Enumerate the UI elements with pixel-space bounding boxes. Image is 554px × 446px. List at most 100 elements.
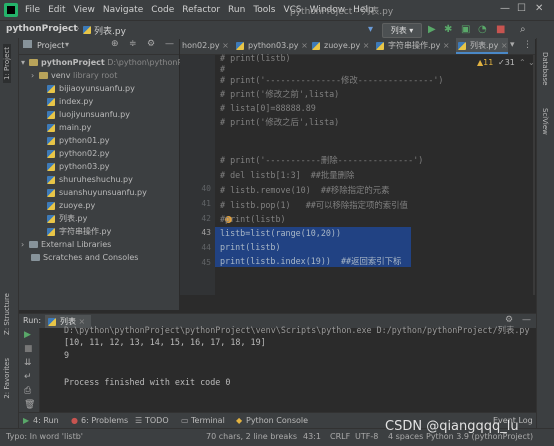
line-number: 45 <box>201 258 211 267</box>
code-line: # print('---------------修改--------------… <box>220 75 444 85</box>
locate-icon[interactable]: ⊕ <box>111 39 119 49</box>
python-file-icon <box>47 110 55 119</box>
run-config-select[interactable]: 列表 ▾ <box>382 23 422 38</box>
code-line: # lista[0]=88888.89 <box>220 103 316 113</box>
tree-item-label: 列表.py <box>59 214 88 223</box>
settings-gear-icon[interactable]: ⚙ <box>147 39 155 49</box>
tree-file[interactable]: bijiaoyunsuanfu.py <box>47 82 135 95</box>
tabs-overflow-icon[interactable]: ▾ <box>510 40 515 50</box>
coverage-icon[interactable]: ▣ <box>461 24 470 35</box>
bottom-tab-todo[interactable]: TODO <box>145 416 169 425</box>
status-caret[interactable]: 43:1 <box>303 432 321 441</box>
tree-file[interactable]: zuoye.py <box>47 199 95 212</box>
project-panel-title[interactable]: Project <box>37 41 64 50</box>
status-message[interactable]: Typo: In word 'listb' <box>6 432 83 441</box>
tree-file[interactable]: suanshuyunsuanfu.py <box>47 186 147 199</box>
breadcrumb-separator-icon: › <box>76 24 80 34</box>
tab-close-icon[interactable]: × <box>443 41 450 50</box>
close-icon[interactable]: ✕ <box>535 3 543 14</box>
menu-view[interactable]: View <box>70 5 99 15</box>
run-panel-label: Run: <box>23 316 42 325</box>
menu-navigate[interactable]: Navigate <box>99 5 147 15</box>
menu-edit[interactable]: Edit <box>44 5 69 15</box>
tab-string-ops[interactable]: 字符串操作.py × <box>374 38 452 54</box>
tab-close-icon[interactable]: × <box>501 41 508 50</box>
tree-file[interactable]: python03.py <box>47 160 110 173</box>
rerun-icon[interactable]: ▶ <box>24 330 31 340</box>
prev-highlight-icon[interactable]: ⌃ <box>519 58 526 67</box>
status-encoding[interactable]: UTF-8 <box>355 432 378 441</box>
tree-file[interactable]: index.py <box>47 95 93 108</box>
warning-icon[interactable]: ▲11 <box>477 58 493 67</box>
database-tool-tab[interactable]: Database <box>541 52 549 85</box>
editor-scrollbar[interactable] <box>533 55 535 295</box>
maximize-icon[interactable]: ☐ <box>517 3 526 14</box>
tree-file[interactable]: python02.py <box>47 147 110 160</box>
stop-icon[interactable]: ■ <box>496 24 505 35</box>
tab-python03[interactable]: python03.py × <box>234 38 308 54</box>
structure-tool-tab[interactable]: Z: Structure <box>3 293 11 335</box>
console-output[interactable]: D:\python\pythonProject\pythonProject\ve… <box>40 325 536 412</box>
bottom-tab-python-console[interactable]: Python Console <box>246 416 308 425</box>
print-icon[interactable]: ⎙ <box>24 386 31 396</box>
hide-icon[interactable]: — <box>165 39 174 49</box>
tree-folder-venv[interactable]: › venv library root <box>31 69 117 82</box>
bottom-tab-run[interactable]: 4: Run <box>33 416 59 425</box>
tab-zuoye[interactable]: zuoye.py × <box>310 38 370 54</box>
breadcrumb-project[interactable]: pythonProject <box>6 24 78 34</box>
profile-icon[interactable]: ◔ <box>478 24 487 35</box>
weak-warning-icon[interactable]: ✓31 <box>498 58 515 67</box>
code-line: # <box>220 64 226 74</box>
view-dropdown-icon[interactable]: ▾ <box>65 40 69 49</box>
menu-refactor[interactable]: Refactor <box>178 5 224 15</box>
window-title: pythonProject - 列表.py <box>290 7 394 17</box>
minimize-icon[interactable]: — <box>500 3 510 14</box>
console-line: [10, 11, 12, 13, 14, 15, 16, 17, 18, 19] <box>64 337 266 347</box>
tabs-menu-icon[interactable]: ⋮ <box>523 40 532 50</box>
menu-run[interactable]: Run <box>224 5 249 15</box>
code-line: #print(listb) <box>220 214 286 224</box>
tab-label: 列表.py <box>470 41 499 50</box>
python-file-icon <box>47 136 55 145</box>
breadcrumb-file[interactable]: 列表.py <box>94 24 126 37</box>
tab-python02[interactable]: hon02.py × <box>180 38 230 54</box>
menu-file[interactable]: File <box>21 5 44 15</box>
run-icon[interactable]: ▶ <box>428 24 436 35</box>
tab-list[interactable]: 列表.py × <box>456 38 508 54</box>
search-icon[interactable]: ⌕ <box>520 24 526 35</box>
collapse-icon[interactable]: ≑ <box>129 39 137 49</box>
trash-icon[interactable]: 🗑 <box>24 400 35 410</box>
tree-root-label: pythonProject <box>41 58 105 67</box>
python-file-icon <box>47 214 55 223</box>
menu-code[interactable]: Code <box>147 5 178 15</box>
python-file-icon <box>47 201 55 210</box>
code-line: # print(listb) <box>220 53 291 63</box>
tree-file[interactable]: 字符串操作.py <box>47 225 111 238</box>
bottom-tab-problems[interactable]: 6: Problems <box>81 416 128 425</box>
code-editor[interactable]: ▲11 ✓31 ⌃ ⌄ # print(listb) # # print('--… <box>215 53 535 295</box>
stop-icon[interactable]: ■ <box>24 344 33 354</box>
tree-scratches[interactable]: Scratches and Consoles <box>31 251 138 264</box>
menu-tools[interactable]: Tools <box>249 5 279 15</box>
tab-close-icon[interactable]: × <box>222 41 229 50</box>
code-line: # print('修改之后',lista) <box>220 117 340 127</box>
debug-icon[interactable]: ✱ <box>444 24 452 35</box>
tree-file[interactable]: 列表.py <box>47 212 87 225</box>
tree-file[interactable]: luojiyunsuanfu.py <box>47 108 130 121</box>
code-line: # print('-----------删除---------------') <box>220 155 424 165</box>
status-line-sep[interactable]: CRLF <box>330 432 350 441</box>
tab-close-icon[interactable]: × <box>301 41 308 50</box>
tree-external-libraries[interactable]: › External Libraries <box>21 238 111 251</box>
project-tool-tab[interactable]: 1: Project <box>3 44 11 83</box>
tree-file[interactable]: main.py <box>47 121 91 134</box>
tree-file[interactable]: python01.py <box>47 134 110 147</box>
scroll-end-icon[interactable]: ⇊ <box>24 358 32 368</box>
soft-wrap-icon[interactable]: ↵ <box>24 372 32 382</box>
sciview-tool-tab[interactable]: SciView <box>541 108 549 135</box>
left-tool-stripe: 1: Project Z: Structure 2: Favorites <box>0 38 19 428</box>
bottom-tab-terminal[interactable]: Terminal <box>191 416 225 425</box>
tree-file[interactable]: shuruheshuchu.py <box>47 173 133 186</box>
favorites-tool-tab[interactable]: 2: Favorites <box>3 358 11 399</box>
tab-close-icon[interactable]: × <box>363 41 370 50</box>
run-tab-icon: ▶ <box>23 416 30 425</box>
